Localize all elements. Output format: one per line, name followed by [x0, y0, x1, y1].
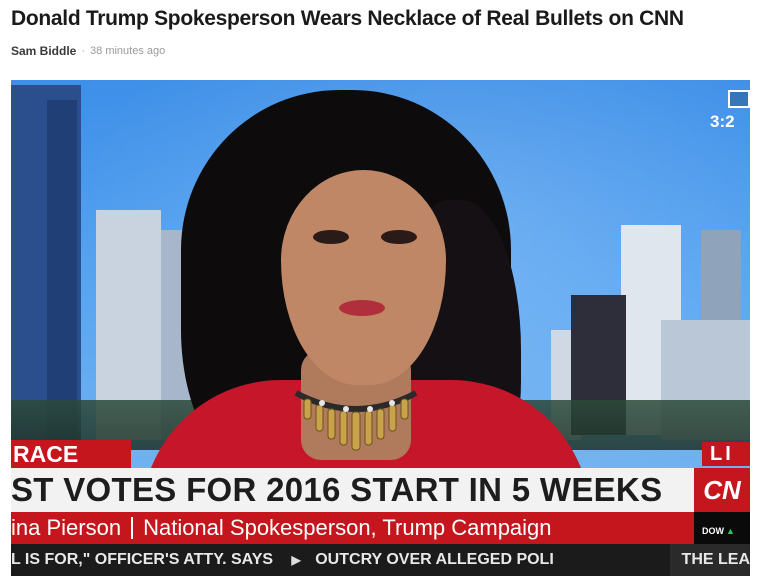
market-box: DOW ▲: [694, 512, 750, 544]
byline-separator: ·: [81, 45, 86, 57]
ticker-item: OUTCRY OVER ALLEGED POLI: [315, 551, 554, 568]
author-link[interactable]: Sam Biddle: [11, 44, 76, 58]
race-tag: RACE: [11, 440, 131, 468]
up-arrow-icon: ▲: [726, 526, 735, 536]
ticker-right-segment: THE LEA: [669, 544, 750, 576]
guest-name: ina Pierson: [11, 515, 122, 540]
chyron-headline-text: ST VOTES FOR 2016 START IN 5 WEEKS: [11, 471, 663, 508]
skyline-building: [47, 100, 77, 440]
chyron-headline: ST VOTES FOR 2016 START IN 5 WEEKS: [11, 468, 694, 512]
timestamp[interactable]: 38 minutes ago: [90, 45, 165, 57]
person-eye: [381, 230, 417, 244]
news-ticker: L IS FOR," OFFICER'S ATTY. SAYS ▶ OUTCRY…: [11, 544, 750, 576]
chyron-divider: [131, 517, 134, 539]
play-arrow-icon: ▶: [291, 553, 301, 567]
cnn-logo: CN: [694, 468, 750, 512]
chyron-name-bar: ina Pierson National Spokesperson, Trump …: [11, 512, 694, 544]
ticker-item: L IS FOR," OFFICER'S ATTY. SAYS: [11, 551, 274, 568]
live-tag: LI: [702, 442, 750, 466]
market-label: DOW: [702, 526, 724, 536]
corner-box: [728, 90, 750, 108]
article-image[interactable]: 3:2 RACE LI ST VOTES FOR 2016 START IN 5…: [11, 80, 750, 576]
bullet-necklace-icon: [294, 390, 418, 451]
corner-clock: 3:2: [706, 90, 750, 134]
guest-title: National Spokesperson, Trump Campaign: [143, 515, 552, 540]
person-eye: [313, 230, 349, 244]
person-lips: [339, 300, 385, 316]
corner-time: 3:2: [710, 112, 735, 131]
byline: Sam Biddle · 38 minutes ago: [11, 42, 165, 60]
article-title[interactable]: Donald Trump Spokesperson Wears Necklace…: [11, 6, 751, 32]
